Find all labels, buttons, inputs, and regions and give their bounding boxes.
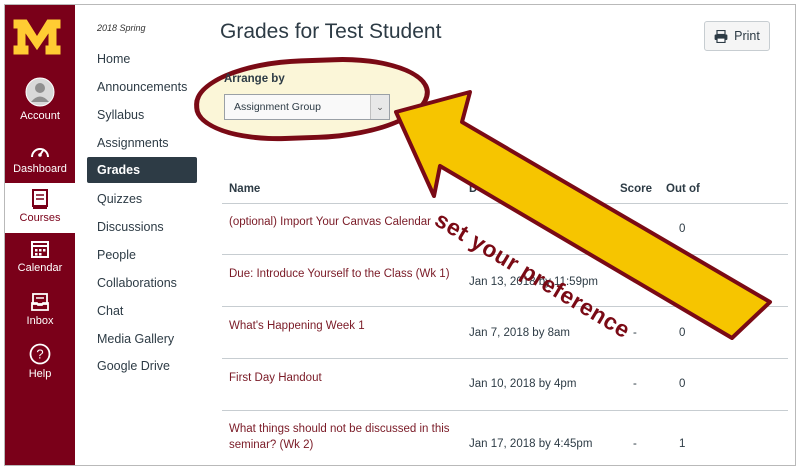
course-nav: 2018 Spring Home Announcements Syllabus … [87,5,205,465]
course-nav-grades[interactable]: Grades [87,157,197,183]
university-logo[interactable] [11,13,63,61]
out-of: 0 [679,327,686,339]
global-nav-account-label: Account [20,110,60,122]
inbox-icon [31,293,49,311]
out-of: 0 [679,378,686,390]
course-nav-assignments[interactable]: Assignments [97,136,169,150]
column-header-due[interactable]: D [469,183,477,195]
global-nav-account[interactable]: Account [5,77,75,122]
row-divider [222,410,788,411]
arrange-by-label: Arrange by [224,73,285,85]
due-date: Jan 7, 2018 by 8am [469,327,571,339]
out-of: 0 [679,223,686,235]
page-title: Grades for Test Student [220,20,442,43]
print-button[interactable]: Print [704,21,770,51]
account-avatar-icon [25,77,55,107]
course-nav-media-gallery[interactable]: Media Gallery [97,332,174,346]
column-header-name[interactable]: Name [229,183,260,195]
courses-icon [32,189,48,209]
assignment-link[interactable]: Due: Introduce Yourself to the Class (Wk… [229,268,450,280]
row-divider [222,358,788,359]
global-nav-calendar-label: Calendar [17,262,63,274]
course-nav-home[interactable]: Home [97,52,130,66]
assignment-link[interactable]: (optional) Import Your Canvas Calendar [229,216,431,228]
print-button-label: Print [734,29,760,43]
course-nav-discussions[interactable]: Discussions [97,220,164,234]
course-nav-chat[interactable]: Chat [97,304,123,318]
assignment-link-line1[interactable]: What things should not be discussed in t… [229,423,450,435]
row-divider [222,306,788,307]
column-header-score[interactable]: Score [620,183,652,195]
dashboard-icon [31,148,49,158]
chevron-down-icon: ⌄ [370,95,389,119]
score: - [633,276,637,288]
due-date: Jan 17, 2018 by 4:45pm [469,438,593,450]
score: - [633,378,637,390]
calendar-icon [31,241,49,258]
global-nav: Account Dashboard Courses Calendar Inbox… [5,5,75,465]
term-label: 2018 Spring [97,23,146,33]
global-nav-inbox-label: Inbox [26,315,54,327]
score: - [633,438,637,450]
assignment-link-line2[interactable]: seminar? (Wk 2) [229,439,313,451]
assignment-link[interactable]: First Day Handout [229,372,322,384]
score: - [633,327,637,339]
global-nav-dashboard[interactable]: Dashboard [5,142,75,175]
out-of: 1 [679,438,686,450]
global-nav-courses-label: Courses [19,212,61,224]
header-divider [222,203,788,204]
course-nav-google-drive[interactable]: Google Drive [97,359,170,373]
course-nav-announcements[interactable]: Announcements [97,80,187,94]
global-nav-dashboard-label: Dashboard [13,163,67,175]
assignment-link[interactable]: What's Happening Week 1 [229,320,365,332]
global-nav-help-label: Help [28,368,52,380]
due-date: Jan 10, 2018 by 4pm [469,378,577,390]
help-icon: ? [29,343,51,365]
course-nav-syllabus[interactable]: Syllabus [97,108,144,122]
course-nav-quizzes[interactable]: Quizzes [97,192,142,206]
global-nav-calendar[interactable]: Calendar [5,239,75,274]
course-nav-people[interactable]: People [97,248,136,262]
global-nav-inbox[interactable]: Inbox [5,292,75,327]
arrange-by-select[interactable]: Assignment Group ⌄ [224,94,390,120]
course-nav-collaborations[interactable]: Collaborations [97,276,177,290]
svg-text:?: ? [36,347,43,362]
column-header-out-of[interactable]: Out of [666,183,700,195]
global-nav-courses[interactable]: Courses [5,183,75,233]
global-nav-help[interactable]: ? Help [5,343,75,380]
arrange-by-selected: Assignment Group [234,101,321,113]
printer-icon [714,29,728,43]
